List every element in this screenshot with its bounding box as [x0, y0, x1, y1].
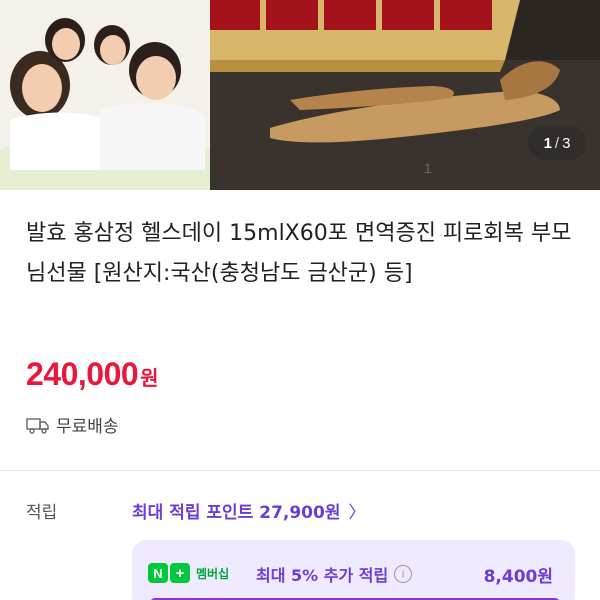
membership-points-card[interactable]: N + 멤버십 최대 5% 추가 적립 i 8,400원: [132, 540, 575, 600]
max-points-text: 최대 적립 포인트 27,900원: [132, 503, 341, 523]
points-row: 적립 최대 적립 포인트 27,900원 〉: [26, 498, 586, 524]
pager-separator: /: [554, 134, 560, 152]
product-photo: [0, 0, 600, 190]
price-unit: 원: [140, 366, 159, 390]
plus-icon: +: [170, 563, 190, 583]
points-label: 적립: [26, 503, 58, 523]
max-points-link[interactable]: 최대 적립 포인트 27,900원 〉: [132, 498, 365, 523]
membership-badge-text: 멤버십: [196, 566, 230, 581]
truck-icon: [26, 417, 49, 434]
membership-label-text: 최대 5% 추가 적립: [256, 566, 389, 585]
chevron-right-icon: 〉: [348, 503, 366, 523]
product-price: 240,000 원: [26, 356, 159, 393]
membership-label: 최대 5% 추가 적립 i: [256, 562, 413, 586]
image-watermark: 1: [424, 160, 433, 176]
section-divider: [0, 470, 600, 471]
naver-membership-badge: N + 멤버십: [148, 562, 229, 584]
naver-n-icon: N: [148, 563, 168, 583]
membership-points-value: 8,400원: [483, 567, 553, 587]
price-value: 240,000: [26, 356, 139, 392]
shipping-info: 무료배송: [26, 412, 119, 437]
pager-total: 3: [562, 134, 571, 152]
product-title: 발효 홍삼정 헬스데이 15mlX60포 면역증진 피로회복 부모님선물 [원산…: [26, 221, 572, 286]
info-icon[interactable]: i: [394, 565, 413, 583]
shipping-label: 무료배송: [56, 417, 119, 437]
gallery-pager: 1 / 3: [528, 126, 586, 160]
pager-current: 1: [543, 134, 552, 152]
product-image-gallery[interactable]: 1 1 / 3: [0, 0, 600, 190]
